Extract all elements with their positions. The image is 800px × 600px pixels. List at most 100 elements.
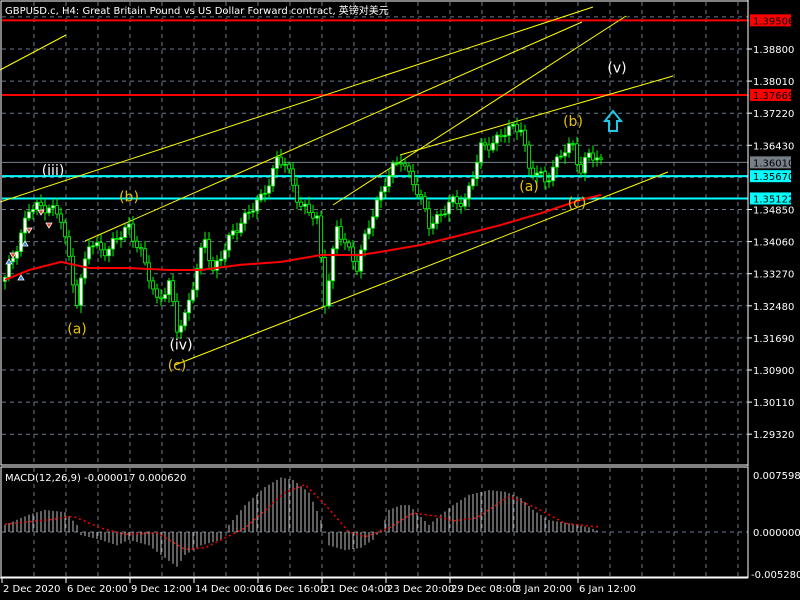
candle-body — [251, 210, 255, 213]
candle-body — [415, 184, 419, 196]
level-price-label: 1.35122 — [753, 194, 794, 205]
candle-body — [335, 226, 339, 250]
candle-body — [263, 192, 267, 195]
candle-body — [275, 156, 279, 169]
candle-body — [523, 129, 527, 146]
candle-body — [359, 249, 363, 272]
candle-body — [491, 142, 495, 151]
candle-body — [331, 248, 335, 282]
candle-body — [123, 226, 127, 238]
candle-body — [79, 277, 83, 306]
candle-body — [407, 165, 411, 172]
candle-body — [299, 201, 303, 207]
price-tick-label: 1.38010 — [753, 77, 794, 88]
candle-body — [599, 157, 603, 160]
macd-axis-zero: 0.000000 — [753, 528, 800, 539]
candle-body — [147, 262, 151, 282]
candle-body — [595, 157, 599, 161]
candle-body — [231, 230, 235, 236]
price-tick-label: 1.29320 — [753, 430, 794, 441]
wave-label: (b) — [119, 189, 139, 205]
candle-body — [503, 135, 507, 137]
candle-body — [163, 294, 167, 299]
level-price-label: 1.36010 — [753, 158, 794, 169]
candle-body — [63, 221, 67, 238]
candle-body — [575, 143, 579, 165]
price-tick-label: 1.34850 — [753, 206, 794, 217]
candle-body — [303, 203, 307, 207]
candle-body — [399, 162, 403, 165]
candle-body — [319, 215, 323, 258]
candle-body — [379, 191, 383, 201]
candle-body — [535, 172, 539, 176]
candle-body — [571, 143, 575, 145]
candle-body — [339, 226, 343, 240]
candle-body — [267, 185, 271, 194]
candle-body — [355, 260, 359, 272]
candle-body — [91, 245, 95, 248]
candle-body — [51, 205, 55, 209]
candle-body — [587, 152, 591, 158]
wave-label: (iii) — [42, 163, 65, 179]
candle-body — [75, 284, 79, 306]
candle-body — [283, 163, 287, 166]
candle-body — [463, 198, 467, 207]
candle-body — [363, 233, 367, 251]
candle-body — [279, 156, 283, 166]
candle-body — [507, 125, 511, 136]
candle-body — [199, 247, 203, 269]
candle-body — [563, 152, 567, 157]
candle-body — [439, 214, 443, 216]
candle-body — [83, 258, 87, 279]
candle-body — [567, 143, 571, 154]
candle-body — [187, 299, 191, 314]
candle-body — [255, 199, 259, 212]
candle-body — [127, 223, 131, 228]
candle-body — [555, 156, 559, 168]
price-tick-label: 1.32480 — [753, 302, 794, 313]
candle-body — [419, 194, 423, 198]
wave-label: (b) — [563, 114, 583, 130]
candle-body — [467, 185, 471, 200]
price-tick-label: 1.30110 — [753, 398, 794, 409]
candle-body — [431, 223, 435, 229]
candle-body — [235, 230, 239, 234]
time-tick-label: 6 Dec 20:00 — [67, 584, 128, 595]
candle-body — [371, 216, 375, 229]
candle-body — [527, 144, 531, 169]
candle-body — [447, 201, 451, 215]
candle-body — [559, 155, 563, 158]
price-chart[interactable]: (iii) (b) (a) (iv) (c) (a) (b) (c) (v) GBPUSD.c,… — [0, 0, 800, 600]
chart-title: GBPUSD.c, H4: Great Britain Pound vs US … — [5, 4, 389, 17]
candle-body — [195, 268, 199, 291]
candle-body — [179, 325, 183, 333]
candle-body — [539, 171, 543, 174]
price-tick-label: 1.34060 — [753, 238, 794, 249]
candle-body — [391, 162, 395, 177]
candle-body — [387, 175, 391, 187]
candle-body — [579, 164, 583, 174]
candle-body — [35, 201, 39, 210]
candle-body — [543, 171, 547, 183]
time-tick-label: 9 Dec 12:00 — [131, 584, 192, 595]
candle-body — [243, 212, 247, 224]
candle-body — [119, 237, 123, 241]
candle-body — [591, 152, 595, 161]
price-tick-label: 1.36430 — [753, 141, 794, 152]
candle-body — [43, 205, 47, 214]
candle-body — [411, 170, 415, 185]
candle-body — [131, 223, 135, 242]
candle-body — [347, 242, 351, 248]
candle-body — [295, 184, 299, 203]
candle-body — [11, 257, 15, 263]
candle-body — [427, 208, 431, 229]
candle-body — [171, 280, 175, 302]
candle — [323, 249, 327, 314]
candle-body — [495, 134, 499, 144]
candle-body — [183, 312, 187, 327]
wave-label: (v) — [607, 61, 626, 77]
level-price-label: 1.37669 — [753, 91, 794, 102]
candle-body — [103, 249, 107, 257]
candle-body — [395, 162, 399, 165]
candle-body — [95, 242, 99, 247]
